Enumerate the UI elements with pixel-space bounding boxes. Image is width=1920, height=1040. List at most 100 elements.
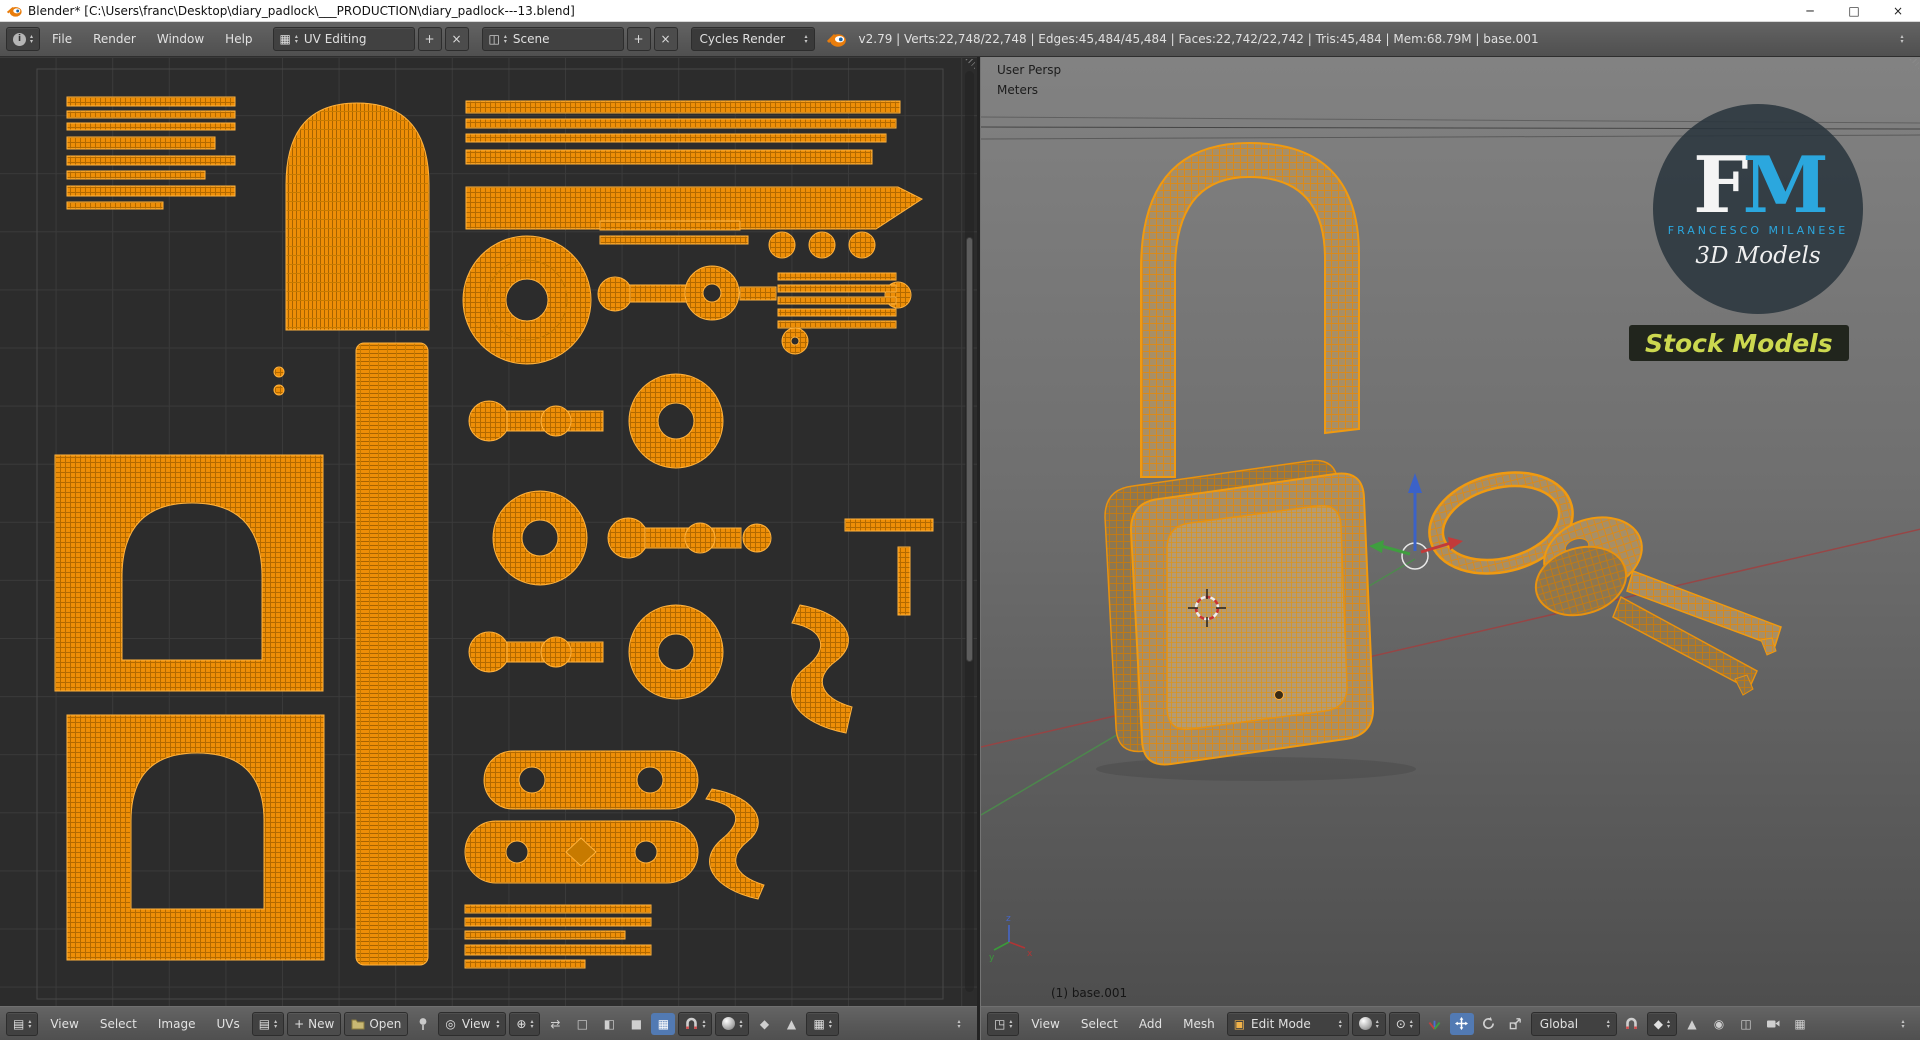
uv-snap-target-button[interactable]: ▲ [779,1013,803,1035]
close-button[interactable]: × [1876,0,1920,21]
uv-sync-selection-toggle[interactable]: ⇄ [543,1013,567,1035]
viewport-3d-area: y x z User Persp Meters (1) base.001 FM … [980,57,1920,1040]
uv-draw-solid-button[interactable]: ■ [624,1013,648,1035]
header-collapse-icon[interactable] [947,1013,971,1035]
uv-proportional-edit-dropdown[interactable] [715,1011,750,1036]
axis-icon [1428,1020,1441,1030]
pin-icon[interactable] [411,1013,435,1035]
open-image-button[interactable]: Open [344,1011,409,1036]
viewport-shading-dropdown[interactable] [1351,1011,1386,1036]
uv-layout-graphic [0,57,977,1006]
uv-snap-element-button[interactable]: ◆ [752,1013,776,1035]
uv-menu-uvs[interactable]: UVs [207,1017,248,1031]
svg-text:z: z [1006,914,1011,924]
new-image-button[interactable]: + New [287,1011,342,1036]
menu-render[interactable]: Render [84,32,145,46]
menu-file[interactable]: File [43,32,81,46]
mode-dropdown[interactable]: ▣ Edit Mode [1226,1011,1349,1036]
uv-pivot-dropdown[interactable]: ⊕ [509,1011,541,1036]
add-scene-button[interactable]: + [626,27,651,51]
grid-icon: ▦ [1794,1016,1806,1031]
pivot-point-dropdown[interactable]: ⊙ [1388,1011,1420,1036]
triangle-icon: ▲ [1687,1016,1697,1031]
v3d-menu-view[interactable]: View [1022,1017,1068,1031]
chevron-updown-icon [1009,1019,1012,1029]
delete-scene-button[interactable]: × [653,27,678,51]
proportional-edit-button[interactable]: ◉ [1707,1013,1731,1035]
editor-type-button-image[interactable]: ▤ [6,1011,39,1036]
chevron-updown-icon [1339,1019,1342,1029]
plus-icon: + [294,1016,305,1031]
uv-layers-dropdown[interactable]: ▦ [806,1011,839,1036]
v3d-menu-select[interactable]: Select [1072,1017,1127,1031]
window-title: Blender* [C:\Users\franc\Desktop\diary_p… [28,3,575,18]
plus-icon: + [424,32,435,46]
blender-window: Blender* [C:\Users\franc\Desktop\diary_p… [0,0,1920,1040]
close-icon: × [451,32,462,46]
orientation-dropdown[interactable]: Global [1530,1011,1617,1036]
close-icon: × [660,32,671,46]
snap-toggle-button[interactable] [1620,1013,1644,1035]
menu-help[interactable]: Help [216,32,261,46]
chevron-updown-icon [829,1019,832,1029]
header-collapse-icon[interactable] [1891,1013,1915,1035]
manipulator-translate-button[interactable] [1449,1012,1474,1035]
screen-layout-selector[interactable]: ▦ UV Editing [272,27,415,51]
fm-watermark: FM FRANCESCO MILANESE 3D Models [1653,104,1863,314]
uv-draw-texture-button[interactable]: ▦ [651,1012,676,1035]
image-browse-button[interactable]: ▤ [251,1011,285,1036]
chevron-updown-icon [28,1019,31,1029]
render-animation-button[interactable]: ▦ [1788,1013,1812,1035]
header-collapse-icon[interactable] [1890,28,1914,50]
screen-layout-value: UV Editing [303,32,367,46]
snap-target-button[interactable]: ▲ [1680,1013,1704,1035]
chevron-updown-icon [805,34,808,44]
manipulator-scale-button[interactable] [1504,1013,1528,1035]
manipulator-toggle-button[interactable] [1423,1013,1447,1035]
uv-vertical-scrollbar[interactable] [965,71,974,992]
title-bar: Blender* [C:\Users\franc\Desktop\diary_p… [0,0,1920,22]
render-engine-selector[interactable]: Cycles Render [690,27,815,51]
chevron-updown-icon [702,1019,705,1029]
uv-menu-view[interactable]: View [41,1017,87,1031]
manipulator-rotate-button[interactable] [1477,1013,1501,1035]
square-half-icon: ◧ [603,1016,616,1031]
uv-menu-image[interactable]: Image [149,1017,205,1031]
editor-type-button-3d[interactable]: ◳ [987,1011,1020,1036]
viewport-3d-canvas[interactable]: y x z User Persp Meters (1) base.001 FM … [981,57,1920,1006]
image-icon: ▤ [258,1016,271,1031]
uv-menu-select[interactable]: Select [91,1017,146,1031]
uv-editor-canvas[interactable] [0,57,977,1006]
uv-snap-dropdown[interactable] [678,1011,713,1036]
active-object-overlay: (1) base.001 [1051,986,1128,1000]
edit-mode-icon: ▣ [1233,1016,1246,1031]
snap-element-dropdown[interactable]: ◆ [1646,1011,1678,1036]
studio-tagline: 3D Models [1695,242,1821,269]
scrollbar-thumb[interactable] [966,236,973,663]
uv-view-mode-dropdown[interactable]: ◎ View [438,1011,507,1036]
scene-selector[interactable]: ◫ Scene [481,27,624,51]
maximize-button[interactable]: □ [1832,0,1876,21]
uv-draw-dash-button[interactable]: ◧ [597,1013,621,1035]
viewport-3d-header: ◳ View Select Add Mesh ▣ Edit Mode ⊙ [981,1006,1920,1040]
v3d-menu-add[interactable]: Add [1130,1017,1171,1031]
scene-value: Scene [512,32,550,46]
snap-element-icon: ◆ [1653,1016,1664,1031]
occlude-geometry-button[interactable]: ◫ [1734,1013,1758,1035]
editor-type-button-info[interactable] [6,27,41,51]
new-image-label: New [308,1016,335,1031]
chevron-updown-icon [496,1019,499,1029]
folder-icon [351,1019,365,1029]
add-layout-button[interactable]: + [417,27,442,51]
render-opengl-button[interactable] [1761,1013,1785,1035]
delete-layout-button[interactable]: × [444,27,469,51]
stock-models-badge: Stock Models [1629,325,1849,361]
uv-draw-outline-button[interactable]: □ [570,1013,594,1035]
window-controls: ─ □ × [1788,0,1920,21]
camera-icon [1767,1020,1780,1028]
padlock-front-panel[interactable] [1166,504,1348,731]
minimize-button[interactable]: ─ [1788,0,1832,21]
occlude-icon: ◫ [1740,1016,1752,1031]
menu-window[interactable]: Window [148,32,213,46]
v3d-menu-mesh[interactable]: Mesh [1174,1017,1224,1031]
